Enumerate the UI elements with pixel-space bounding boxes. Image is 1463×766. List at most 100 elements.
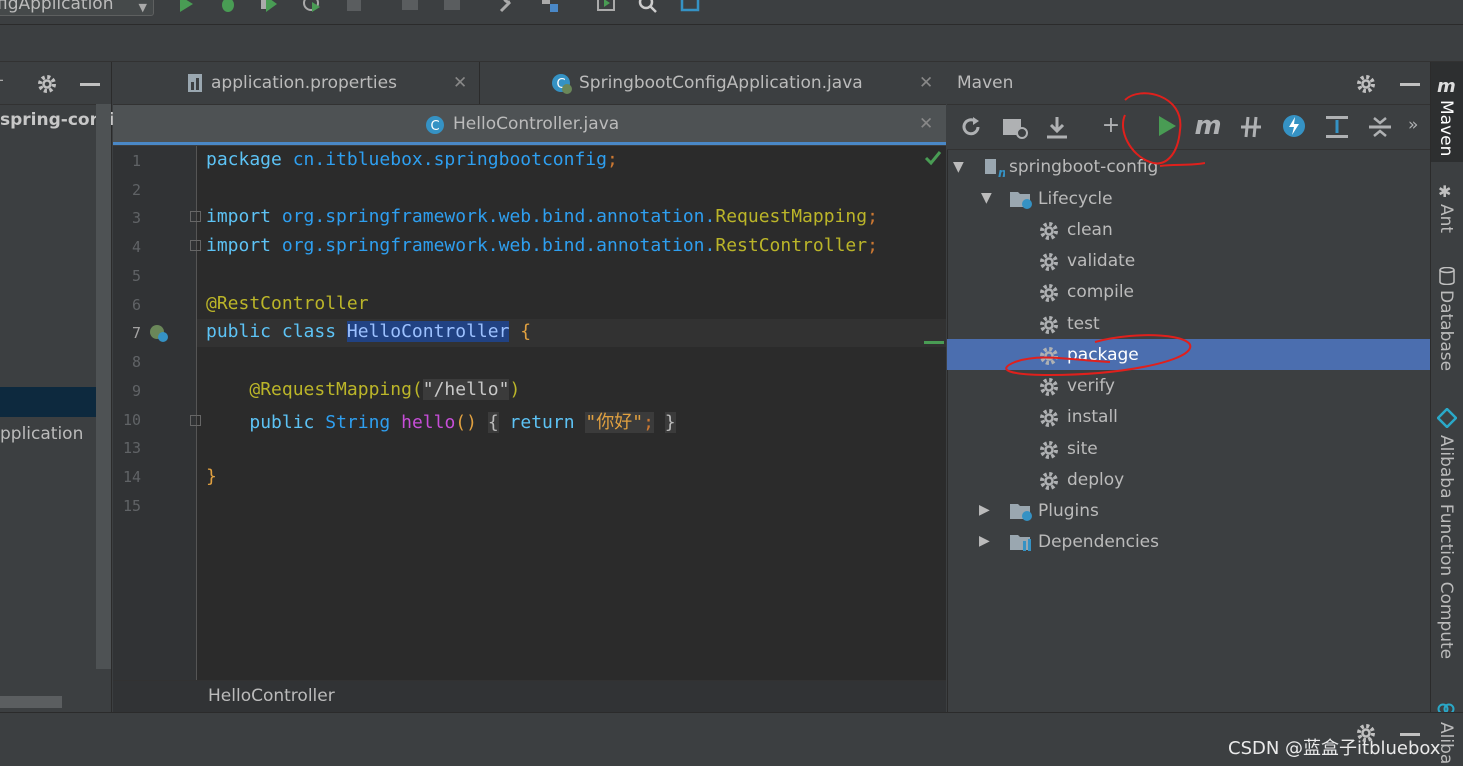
rebuild-icon[interactable] — [442, 0, 462, 14]
gear-icon — [1040, 409, 1058, 427]
run-icon[interactable] — [176, 0, 196, 14]
breadcrumb-item[interactable]: HelloController — [208, 686, 335, 706]
line-number: 3 — [131, 209, 141, 227]
line-number: 15 — [122, 497, 141, 515]
debug-icon[interactable] — [218, 0, 238, 14]
expand-arrow-icon[interactable]: ▼ — [981, 190, 992, 206]
line-number: 1 — [131, 152, 141, 170]
project-item[interactable]: pplication — [0, 424, 83, 444]
code-line-6: @RestController — [206, 293, 369, 314]
code-line-14: } — [206, 466, 217, 487]
more-icon[interactable]: » — [1408, 115, 1418, 135]
alibaba-cloud-icon — [1437, 408, 1457, 428]
line-number: 13 — [122, 439, 141, 457]
project-scrollbar-vertical[interactable] — [96, 104, 111, 669]
wrench-icon[interactable] — [498, 0, 518, 14]
properties-file-icon — [188, 74, 202, 92]
fold-marker-icon[interactable] — [190, 415, 201, 426]
side-tab-maven[interactable]: Maven — [1436, 100, 1456, 156]
spring-bean-icon[interactable] — [149, 323, 169, 343]
code-line-7: public class HelloController { — [206, 321, 532, 342]
side-tab-ant[interactable]: Ant — [1436, 204, 1456, 233]
code-line-1: package cn.itbluebox.springbootconfig; — [206, 149, 618, 170]
java-class-icon: C — [426, 116, 444, 134]
build-icon[interactable] — [400, 0, 420, 14]
tab-label: SpringbootConfigApplication.java — [579, 73, 863, 93]
ant-icon: ✱ — [1438, 182, 1452, 201]
line-number: 2 — [131, 181, 141, 199]
minimize-icon[interactable] — [1400, 83, 1420, 86]
reload-icon[interactable] — [959, 115, 983, 139]
show-dependencies-icon[interactable] — [1324, 114, 1350, 140]
minimize-icon[interactable] — [80, 83, 100, 86]
code-line-3: import org.springframework.web.bind.anno… — [206, 206, 878, 227]
line-number: 10 — [122, 411, 141, 429]
project-panel-header: - — [0, 62, 111, 105]
project-selected-row[interactable] — [0, 387, 111, 417]
maven-stripe-icon: m — [1437, 76, 1456, 97]
gear-icon — [1040, 472, 1058, 490]
navigation-bar — [0, 25, 1463, 62]
gear-icon[interactable] — [37, 74, 57, 94]
run-anything-icon[interactable] — [596, 0, 616, 14]
line-number: 9 — [131, 382, 141, 400]
watermark: CSDN @蓝盒子itbluebox — [1228, 738, 1441, 759]
editor-tab-row: application.properties ✕ C SpringbootCon… — [113, 62, 946, 105]
chevron-down-icon: ▼ — [138, 1, 147, 14]
search-icon[interactable] — [638, 0, 658, 14]
editor-breadcrumb[interactable]: HelloController — [113, 680, 946, 713]
run-configuration-label: figApplication — [0, 0, 114, 14]
fold-marker-icon[interactable] — [190, 211, 201, 222]
collapsed-arrow-icon[interactable]: ▶ — [979, 502, 990, 518]
lifecycle-goal-install[interactable]: install — [1067, 407, 1118, 427]
expand-arrow-icon[interactable]: ▼ — [953, 159, 964, 175]
tab-application-properties[interactable]: application.properties ✕ — [185, 62, 475, 104]
toggle-offline-icon[interactable] — [1238, 114, 1264, 140]
close-icon[interactable]: ✕ — [453, 62, 467, 104]
update-icon[interactable] — [680, 0, 700, 14]
red-annotation-marks — [1005, 92, 1205, 377]
plugins-folder-icon — [1010, 504, 1032, 521]
collapsed-arrow-icon[interactable]: ▶ — [979, 533, 990, 549]
tab-springboot-config-application[interactable]: C SpringbootConfigApplication.java ✕ — [551, 62, 941, 104]
tab-hello-controller[interactable]: C HelloController.java ✕ — [113, 105, 946, 145]
line-number: 4 — [131, 238, 141, 256]
dependencies-folder-icon — [1010, 535, 1031, 551]
collapse-all-icon[interactable] — [1367, 114, 1393, 140]
code-line-9: @RequestMapping("/hello") — [249, 379, 521, 400]
project-structure-icon[interactable] — [540, 0, 560, 14]
code-line-4: import org.springframework.web.bind.anno… — [206, 235, 878, 256]
check-icon — [924, 151, 942, 166]
gear-icon — [1040, 378, 1058, 396]
plugins-node[interactable]: Plugins — [1038, 501, 1099, 521]
gear-icon[interactable] — [1356, 74, 1376, 94]
line-number: 7 — [131, 324, 141, 342]
project-scrollbar-horizontal[interactable] — [0, 696, 62, 708]
svg-text:C: C — [430, 119, 439, 134]
side-tab-database[interactable]: Database — [1436, 290, 1456, 371]
gear-icon — [1040, 441, 1058, 459]
lifecycle-goal-deploy[interactable]: deploy — [1067, 470, 1124, 490]
line-number: 5 — [131, 267, 141, 285]
profile-icon[interactable] — [302, 0, 322, 14]
stop-icon[interactable] — [344, 0, 364, 14]
database-icon — [1439, 267, 1455, 285]
side-tab-alibaba-function-compute[interactable]: Alibaba Function Compute — [1436, 435, 1456, 659]
run-configuration-select[interactable]: figApplication ▼ — [0, 0, 154, 16]
spring-class-icon: C — [552, 74, 572, 94]
code-line-10: public String hello() { return "你好"; } — [249, 412, 676, 433]
close-icon[interactable]: ✕ — [919, 62, 933, 104]
tab-label: HelloController.java — [453, 114, 620, 134]
fold-marker-icon[interactable] — [190, 240, 201, 251]
skip-tests-icon[interactable] — [1282, 114, 1306, 138]
lifecycle-goal-site[interactable]: site — [1067, 439, 1098, 459]
tab-label: application.properties — [211, 73, 397, 93]
right-stripe-top — [1430, 25, 1463, 61]
change-marker — [924, 341, 944, 344]
line-number: 6 — [131, 296, 141, 314]
chevron-icon[interactable]: - — [0, 70, 4, 89]
close-icon[interactable]: ✕ — [919, 114, 933, 134]
dependencies-node[interactable]: Dependencies — [1038, 532, 1159, 552]
line-number: 14 — [122, 468, 141, 486]
coverage-icon[interactable] — [260, 0, 280, 14]
